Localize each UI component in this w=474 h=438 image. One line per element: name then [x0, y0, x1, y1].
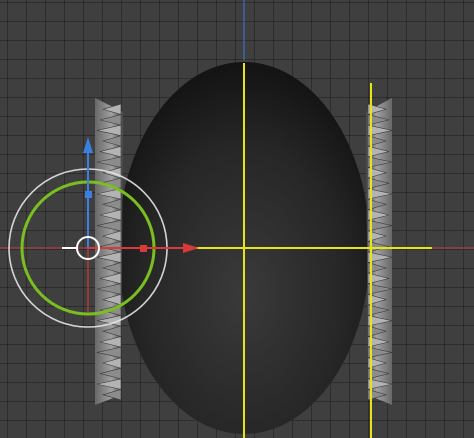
viewport-scene[interactable] — [0, 0, 474, 438]
spike-strip-right[interactable] — [366, 98, 393, 405]
move-z-arrow[interactable] — [83, 137, 93, 153]
scale-x-cube[interactable] — [140, 245, 147, 252]
scale-z-cube[interactable] — [85, 191, 92, 198]
3d-viewport[interactable] — [0, 0, 474, 438]
